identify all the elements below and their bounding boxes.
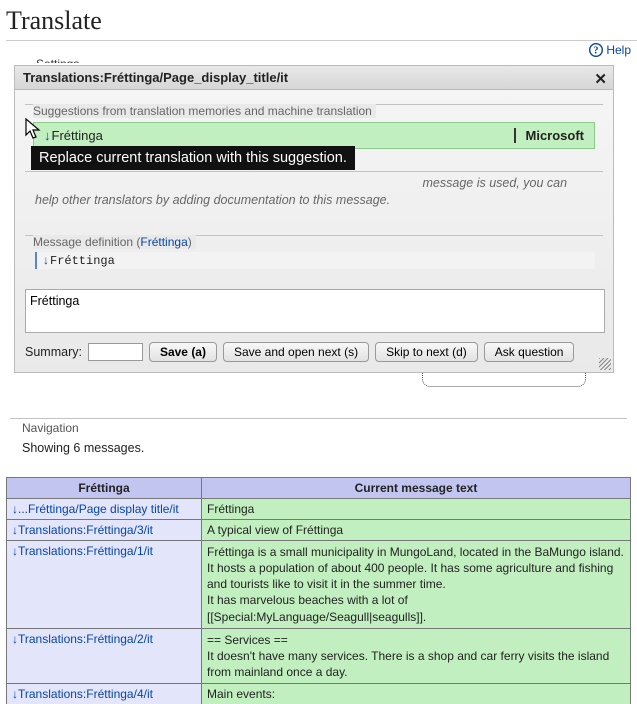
navigation-showing: Showing 6 messages. [22,441,615,455]
message-link[interactable]: Translations:Fréttinga/1/it [12,544,153,558]
message-text: == Services ==It doesn't have many servi… [202,628,631,684]
message-link[interactable]: Translations:Fréttinga/2/it [12,632,153,646]
definition-link[interactable]: Fréttinga [140,235,187,249]
table-row: Translations:Fréttinga/4/it Main events: [7,684,631,704]
suggestion-text: Fréttinga [52,128,103,143]
definition-legend: Message definition (Fréttinga) [33,235,196,249]
help-link[interactable]: Help [606,43,631,57]
table-header-left: Fréttinga [7,477,202,498]
navigation-fieldset: Navigation Showing 6 messages. [10,411,627,467]
save-next-button[interactable]: Save and open next (s) [223,342,369,362]
page-title: Translate [6,6,637,41]
resize-handle[interactable] [599,358,611,370]
message-text: A typical view of Fréttinga [202,519,631,540]
dialog-title: Translations:Fréttinga/Page_display_titl… [15,66,613,90]
table-row: Translations:Fréttinga/2/it == Services =… [7,628,631,684]
messages-table: Fréttinga Current message text ...Frétti… [6,477,631,704]
navigation-legend: Navigation [22,421,84,435]
suggestion-row[interactable]: ↓Fréttinga Microsoft [33,122,595,149]
message-text: Fréttinga is a small municipality in Mun… [202,540,631,628]
info-text: xxxxxxxxxxxxxxxxxxxxxxxxxxxxxxxxxxxxxxxx… [35,175,593,209]
suggestion-tooltip: Replace current translation with this su… [31,146,355,170]
translation-input[interactable] [25,289,605,333]
definition-fieldset: Message definition (Fréttinga) ↓Frétting… [25,229,603,277]
table-header-right: Current message text [202,477,631,498]
message-text: Main events: [202,684,631,704]
message-link[interactable]: Translations:Fréttinga/4/it [12,687,153,701]
close-icon[interactable]: ✕ [594,70,607,88]
message-link[interactable]: Translations:Fréttinga/3/it [12,523,153,537]
help-icon[interactable]: ? [589,43,606,57]
ask-button[interactable]: Ask question [484,342,575,362]
table-row: ...Fréttinga/Page display title/it Frétti… [7,498,631,519]
suggestion-provider: Microsoft [514,128,585,143]
message-link[interactable]: ...Fréttinga/Page display title/it [12,502,179,516]
dotted-fragment [422,373,586,387]
definition-text: ↓Fréttinga [35,252,595,269]
message-text: Fréttinga [202,498,631,519]
table-row: Translations:Fréttinga/3/it A typical vie… [7,519,631,540]
settings-fragment: Settings [36,57,637,63]
summary-input[interactable] [88,343,143,361]
save-button[interactable]: Save (a) [149,342,217,362]
svg-text:?: ? [593,46,598,57]
skip-button[interactable]: Skip to next (d) [375,342,478,362]
table-row: Translations:Fréttinga/1/it Fréttinga is … [7,540,631,628]
arrow-down-icon[interactable]: ↓ [44,128,51,143]
suggestions-legend: Suggestions from translation memories an… [33,104,376,118]
translate-dialog: Translations:Fréttinga/Page_display_titl… [14,65,614,373]
arrow-down-icon[interactable]: ↓ [43,253,49,267]
summary-label: Summary: [25,345,82,359]
